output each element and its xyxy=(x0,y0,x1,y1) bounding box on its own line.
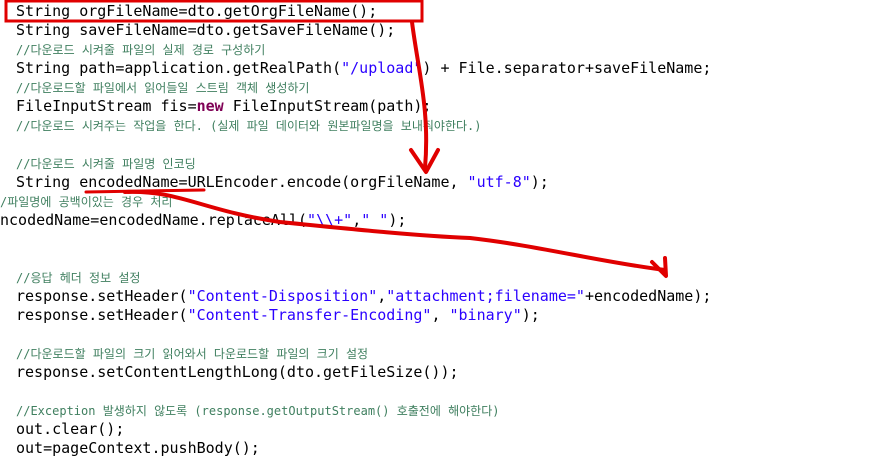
code-text: out.clear(); xyxy=(16,420,125,438)
code-text: ) + File.separator+saveFileName; xyxy=(422,59,712,77)
code-text: String saveFileName=dto.getSaveFileName(… xyxy=(16,21,396,39)
code-line[interactable]: //다운로드 시켜줄 파일명 인코딩 xyxy=(16,154,196,173)
code-text: out=pageContext.pushBody(); xyxy=(16,439,260,457)
comment-text: /파일명에 공백이있는 경우 처리 xyxy=(0,195,173,209)
code-text: response.setHeader( xyxy=(16,287,188,305)
code-line[interactable]: String encodedName=URLEncoder.encode(org… xyxy=(16,173,549,192)
code-text: ncodedName=encodedName.replaceAll( xyxy=(0,211,308,229)
code-line[interactable]: out.clear(); xyxy=(16,420,124,439)
string-literal: "Content-Transfer-Encoding" xyxy=(187,306,432,324)
string-literal: "attachment;filename=" xyxy=(386,287,585,305)
code-line[interactable]: response.setHeader("Content-Transfer-Enc… xyxy=(16,306,540,325)
code-text: ); xyxy=(530,173,549,191)
string-literal: "/upload" xyxy=(341,59,423,77)
code-line[interactable]: String orgFileName=dto.getOrgFileName(); xyxy=(16,2,377,21)
code-text: FileInputStream fis= xyxy=(16,97,197,115)
string-literal: " " xyxy=(361,211,389,229)
comment-text: //응답 헤더 정보 설정 xyxy=(16,271,141,285)
code-text: , xyxy=(352,211,362,229)
comment-text: //다운로드할 파일에서 읽어들일 스트림 객체 생성하기 xyxy=(16,81,310,95)
code-line[interactable]: //다운로드할 파일의 크기 읽어와서 다운로드할 파일의 크기 설정 xyxy=(16,344,368,363)
code-text: String path=application.getRealPath( xyxy=(16,59,342,77)
code-text: String orgFileName=dto.getOrgFileName(); xyxy=(16,2,378,20)
comment-text: //다운로드 시켜줄 파일의 실제 경로 구성하기 xyxy=(16,43,266,57)
comment-text: //Exception 발생하지 않도록 (response.getOutput… xyxy=(16,404,500,418)
code-text: , xyxy=(431,306,450,324)
code-text: response.setHeader( xyxy=(16,306,188,324)
code-line[interactable]: //다운로드할 파일에서 읽어들일 스트림 객체 생성하기 xyxy=(16,78,309,97)
code-line[interactable]: String path=application.getRealPath("/up… xyxy=(16,59,711,78)
code-text: ); xyxy=(388,211,407,229)
code-line[interactable]: response.setHeader("Content-Disposition"… xyxy=(16,287,711,306)
code-line[interactable]: String saveFileName=dto.getSaveFileName(… xyxy=(16,21,395,40)
code-text: response.setContentLengthLong(dto.getFil… xyxy=(16,363,459,381)
code-line[interactable]: response.setContentLengthLong(dto.getFil… xyxy=(16,363,459,382)
code-editor[interactable]: String orgFileName=dto.getOrgFileName();… xyxy=(0,0,875,468)
code-text: String encodedName=URLEncoder.encode(org… xyxy=(16,173,468,191)
code-line[interactable]: FileInputStream fis=new FileInputStream(… xyxy=(16,97,431,116)
comment-text: //다운로드할 파일의 크기 읽어와서 다운로드할 파일의 크기 설정 xyxy=(16,347,369,361)
code-line[interactable]: out=pageContext.pushBody(); xyxy=(16,439,260,458)
string-literal: "utf-8" xyxy=(467,173,531,191)
code-line[interactable]: //다운로드 시켜줄 파일의 실제 경로 구성하기 xyxy=(16,40,265,59)
code-line[interactable]: //다운로드 시켜주는 작업을 한다. (실제 파일 데이터와 원본파일명을 보… xyxy=(16,116,481,135)
code-text: , xyxy=(377,287,387,305)
code-line[interactable]: //응답 헤더 정보 설정 xyxy=(16,268,140,287)
code-text: ); xyxy=(521,306,540,324)
keyword: new xyxy=(196,97,224,115)
comment-text: //다운로드 시켜줄 파일명 인코딩 xyxy=(16,157,196,171)
code-line[interactable]: /파일명에 공백이있는 경우 처리 xyxy=(0,192,172,211)
code-text: +encodedName); xyxy=(584,287,712,305)
comment-text: //다운로드 시켜주는 작업을 한다. (실제 파일 데이터와 원본파일명을 보… xyxy=(16,119,482,133)
code-text: FileInputStream(path); xyxy=(223,97,432,115)
string-literal: "binary" xyxy=(449,306,522,324)
string-literal: "\\+" xyxy=(307,211,353,229)
code-line[interactable]: ncodedName=encodedName.replaceAll("\\+",… xyxy=(0,211,406,230)
code-line[interactable]: //Exception 발생하지 않도록 (response.getOutput… xyxy=(16,401,499,420)
string-literal: "Content-Disposition" xyxy=(187,287,378,305)
